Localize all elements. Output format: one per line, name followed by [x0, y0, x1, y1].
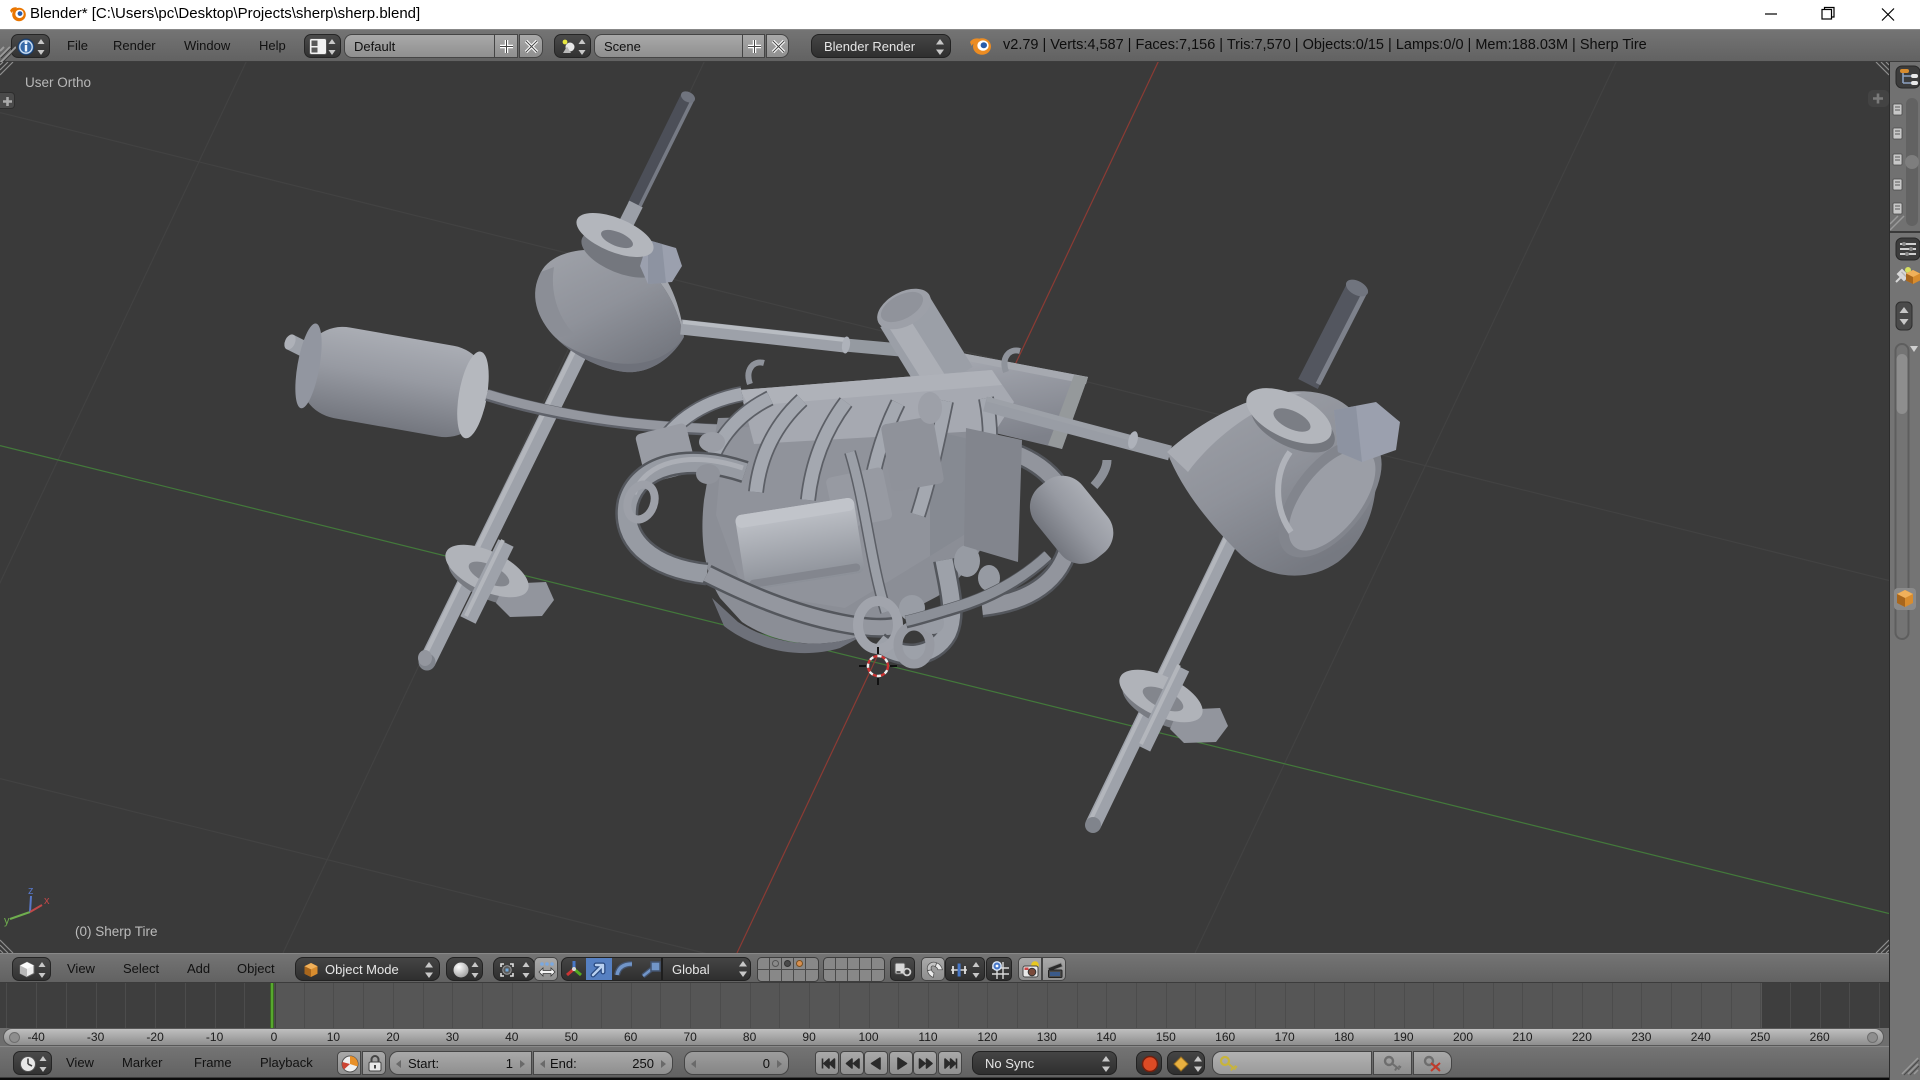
svg-text:x: x: [44, 895, 50, 907]
svg-text:y: y: [4, 915, 10, 927]
svg-text:z: z: [28, 885, 34, 897]
